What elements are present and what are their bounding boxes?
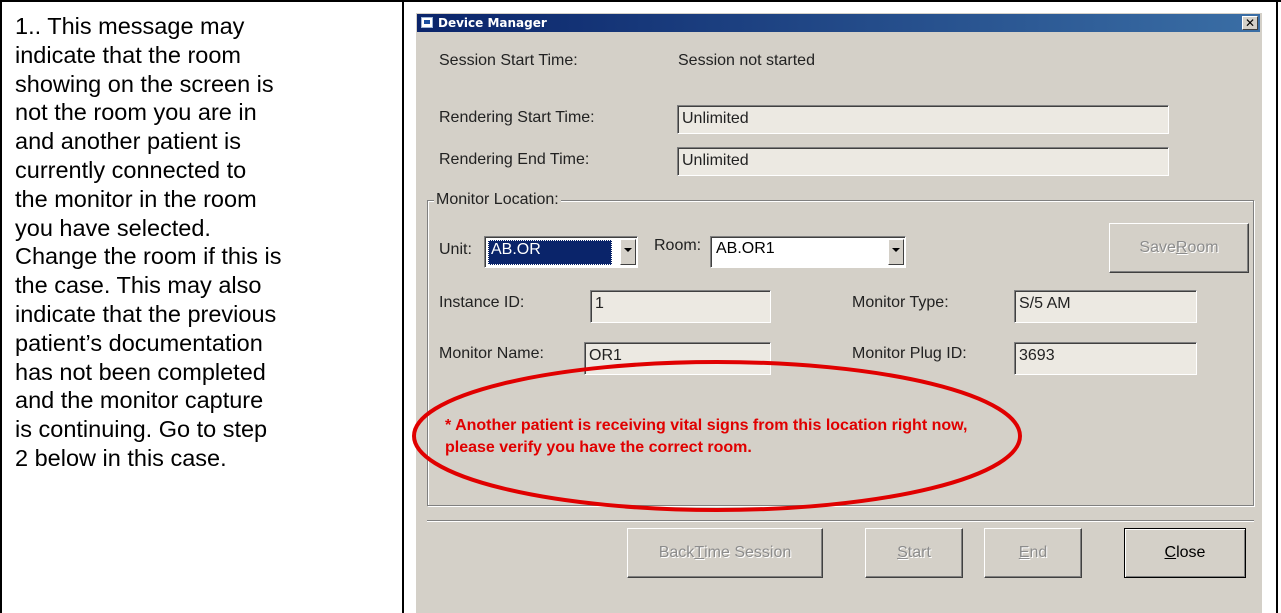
instruction-line: has not been completed — [15, 358, 266, 385]
start-label: Start — [897, 544, 931, 561]
instance-id-field[interactable]: 1 — [590, 290, 771, 323]
chevron-down-icon[interactable] — [888, 239, 904, 265]
room-select-value: AB.OR1 — [716, 240, 775, 257]
session-start-label: Session Start Time: — [439, 52, 578, 69]
highlight-ellipse — [412, 360, 1022, 512]
close-label: Close — [1164, 544, 1206, 561]
instruction-line: patient’s documentation — [15, 329, 263, 356]
instruction-line: indicate that the room — [15, 41, 241, 68]
room-select[interactable]: AB.OR1 — [710, 236, 906, 268]
end-button[interactable]: End — [984, 528, 1082, 578]
chevron-down-icon[interactable] — [620, 239, 636, 265]
table-border-divider — [402, 0, 404, 613]
close-icon[interactable]: ✕ — [1242, 16, 1258, 30]
save-room-label: Save Room — [1139, 239, 1219, 256]
end-label: End — [1018, 544, 1048, 561]
table-border-top — [0, 0, 1281, 2]
instruction-line: indicate that the previous — [15, 300, 277, 327]
instruction-line: currently connected to — [15, 156, 247, 183]
dialog-titlebar[interactable]: Device Manager ✕ — [417, 14, 1260, 32]
rendering-start-field[interactable]: Unlimited — [677, 105, 1169, 134]
app-window-icon — [421, 17, 433, 28]
monitor-plug-id-field[interactable]: 3693 — [1014, 342, 1197, 375]
unit-select[interactable]: AB.OR — [484, 236, 638, 268]
table-border-right — [1276, 0, 1278, 613]
rendering-end-field[interactable]: Unlimited — [677, 147, 1169, 176]
monitor-type-label: Monitor Type: — [852, 294, 949, 311]
room-label: Room: — [654, 237, 702, 254]
instruction-text: 1.. This message may indicate that the r… — [15, 12, 387, 473]
save-room-button[interactable]: Save Room — [1109, 223, 1249, 273]
rendering-end-label: Rendering End Time: — [439, 151, 590, 168]
start-button[interactable]: Start — [865, 528, 963, 578]
table-border-left — [0, 0, 2, 613]
instruction-line: 2 below in this case. — [15, 444, 227, 471]
monitor-type-field[interactable]: S/5 AM — [1014, 290, 1197, 323]
session-start-value: Session not started — [678, 52, 815, 69]
instruction-line: the monitor in the room — [15, 185, 257, 212]
instruction-line: 1.. This message may — [15, 13, 245, 39]
back-time-session-button[interactable]: Back Time Session — [627, 528, 823, 578]
close-button[interactable]: Close — [1124, 528, 1246, 578]
dialog-title: Device Manager — [438, 16, 547, 30]
instruction-line: Change the room if this is — [15, 243, 282, 270]
button-separator — [427, 520, 1254, 522]
unit-label: Unit: — [439, 241, 472, 258]
monitor-location-label: Monitor Location: — [434, 191, 561, 209]
back-time-session-label: Back Time Session — [658, 544, 792, 561]
instruction-line: and another patient is — [15, 128, 242, 155]
instruction-line: is continuing. Go to step — [15, 416, 268, 443]
unit-select-value: AB.OR — [488, 240, 612, 265]
instruction-line: and the monitor capture — [15, 387, 264, 414]
instruction-line: showing on the screen is — [15, 70, 274, 97]
instruction-line: not the room you are in — [15, 99, 257, 126]
instruction-line: the case. This may also — [15, 272, 262, 299]
instance-id-label: Instance ID: — [439, 294, 525, 311]
rendering-start-label: Rendering Start Time: — [439, 109, 595, 126]
instruction-line: you have selected. — [15, 214, 211, 241]
